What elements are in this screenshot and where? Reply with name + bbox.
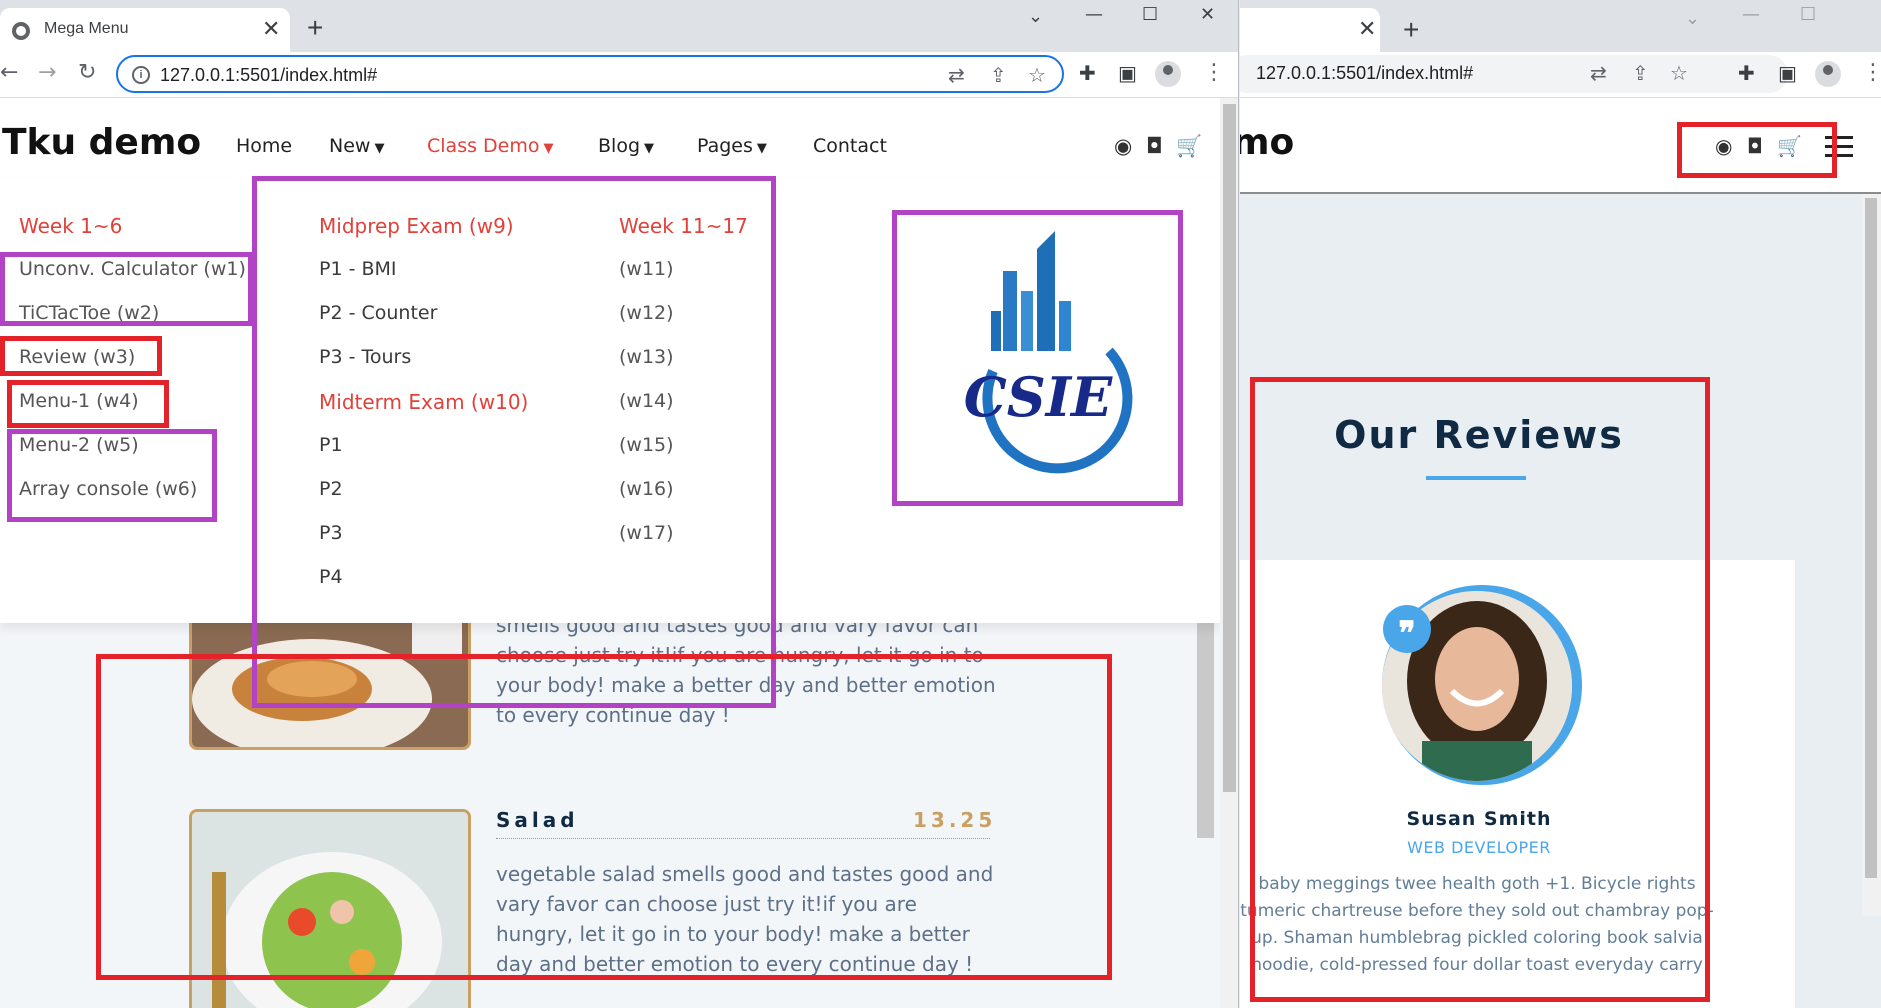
address-bar[interactable]: i 127.0.0.1:5501/index.html# ⇄ ⇪ ☆ (116, 55, 1064, 93)
brand-logo-partial[interactable]: mo (1240, 122, 1294, 163)
tab-mega-menu[interactable]: Mega Menu ✕ (0, 8, 290, 52)
nav-blog[interactable]: Blog ▼ (598, 135, 654, 157)
tab-right[interactable]: ✕ (1240, 8, 1380, 52)
col-title-week-1-6: Week 1~6 (19, 214, 123, 238)
cart-icon[interactable]: 🛒 (1176, 134, 1202, 159)
highlight-box-w4 (7, 380, 169, 428)
new-tab-icon[interactable]: + (307, 12, 323, 44)
extensions-icon[interactable]: ✚ (1079, 61, 1096, 85)
forward-icon[interactable]: → (38, 60, 56, 85)
close-window-icon[interactable]: ✕ (1200, 4, 1215, 25)
tab-title: Mega Menu (44, 20, 129, 37)
menu-dots-icon[interactable]: ⋮ (1203, 60, 1225, 85)
minimize-icon[interactable]: — (1742, 4, 1760, 25)
nav-home[interactable]: Home (236, 135, 292, 157)
left-browser-window: Mega Menu ✕ + ⌄ — ☐ ✕ ← → ↻ i 127.0.0.1:… (0, 0, 1239, 1008)
inner-scrollbar[interactable] (1197, 623, 1214, 838)
chevron-down-icon: ▼ (374, 141, 385, 156)
close-tab-icon[interactable]: ✕ (1358, 16, 1376, 42)
browser-toolbar-right: 127.0.0.1:5501/index.html# ⇄ ⇪ ☆ ✚ ▣ ⋮ (1240, 52, 1881, 98)
nav-contact[interactable]: Contact (813, 135, 887, 157)
browser-toolbar: ← → ↻ i 127.0.0.1:5501/index.html# ⇄ ⇪ ☆… (0, 52, 1238, 98)
globe-icon (12, 22, 30, 40)
tab-search-icon[interactable]: ⌄ (1028, 6, 1043, 27)
highlight-box-midterm (252, 176, 776, 708)
reload-icon[interactable]: ↻ (78, 60, 96, 85)
nav-contact-label: Contact (813, 135, 887, 157)
share-icon[interactable]: ⇪ (990, 63, 1007, 87)
brand-logo[interactable]: Tku demo (2, 122, 201, 163)
right-page-viewport: mo ◉ ◘ 🛒 Our Reviews ❞ Susan Smith WEB D… (1240, 98, 1881, 1008)
page-viewport: smells good and tastes good and vary fav… (0, 98, 1220, 1008)
nav-pages[interactable]: Pages ▼ (697, 135, 767, 157)
back-icon[interactable]: ← (0, 60, 18, 85)
tab-search-icon[interactable]: ⌄ (1685, 8, 1700, 29)
info-icon[interactable]: i (132, 66, 150, 84)
site-header: Tku demo Home New ▼ Class Demo ▼ Blog ▼ Pag… (0, 98, 1220, 178)
right-scrollbar-thumb[interactable] (1865, 198, 1877, 878)
nav-new[interactable]: New ▼ (329, 135, 384, 157)
highlight-box-w3 (0, 336, 162, 376)
nav-pages-label: Pages (697, 135, 753, 157)
new-tab-icon[interactable]: + (1403, 14, 1419, 46)
profile-icon[interactable] (1815, 61, 1841, 87)
highlight-box-w1-w2 (0, 252, 253, 326)
page-scrollbar-thumb[interactable] (1223, 104, 1236, 792)
nav-home-label: Home (236, 135, 293, 157)
star-icon[interactable]: ☆ (1670, 61, 1688, 85)
translate-icon[interactable]: ⇄ (1590, 61, 1607, 85)
nav-class-demo-label: Class Demo (427, 135, 540, 157)
nav-blog-label: Blog (598, 135, 640, 157)
tab-bar-right: ✕ + ⌄ — ☐ (1240, 0, 1881, 52)
chevron-down-icon: ▼ (543, 141, 554, 156)
highlight-box-header-icons (1677, 122, 1837, 178)
translate-icon[interactable]: ⇄ (948, 63, 965, 87)
minimize-icon[interactable]: — (1085, 4, 1103, 25)
side-panel-icon[interactable]: ▣ (1118, 61, 1137, 85)
nav-class-demo[interactable]: Class Demo ▼ (427, 135, 553, 157)
chevron-down-icon: ▼ (644, 141, 654, 156)
menu-dots-icon[interactable]: ⋮ (1862, 60, 1881, 85)
profile-icon[interactable] (1155, 61, 1181, 87)
close-tab-icon[interactable]: ✕ (262, 16, 280, 42)
maximize-icon[interactable]: ☐ (1142, 4, 1158, 25)
tab-bar: Mega Menu ✕ + ⌄ — ☐ ✕ (0, 0, 1238, 52)
extensions-icon[interactable]: ✚ (1738, 61, 1755, 85)
url-text-right: 127.0.0.1:5501/index.html# (1256, 63, 1474, 83)
highlight-box-reviews (1250, 377, 1710, 1002)
star-icon[interactable]: ☆ (1028, 63, 1046, 87)
maximize-icon[interactable]: ☐ (1800, 4, 1816, 25)
url-text: 127.0.0.1:5501/index.html# (160, 65, 378, 85)
highlight-box-menu-items (96, 654, 1112, 980)
gitlab-icon[interactable]: ◘ (1146, 134, 1163, 158)
github-icon[interactable]: ◉ (1114, 134, 1132, 158)
share-icon[interactable]: ⇪ (1632, 61, 1649, 85)
highlight-box-logo (892, 210, 1183, 506)
side-panel-icon[interactable]: ▣ (1778, 61, 1797, 85)
chevron-down-icon: ▼ (756, 141, 767, 156)
address-bar-right[interactable]: 127.0.0.1:5501/index.html# ⇄ ⇪ ☆ (1240, 55, 1788, 93)
nav-new-label: New (329, 135, 371, 157)
right-browser-window: ✕ + ⌄ — ☐ 127.0.0.1:5501/index.html# ⇄ ⇪… (1240, 0, 1881, 1008)
highlight-box-w5-w6 (7, 429, 217, 522)
